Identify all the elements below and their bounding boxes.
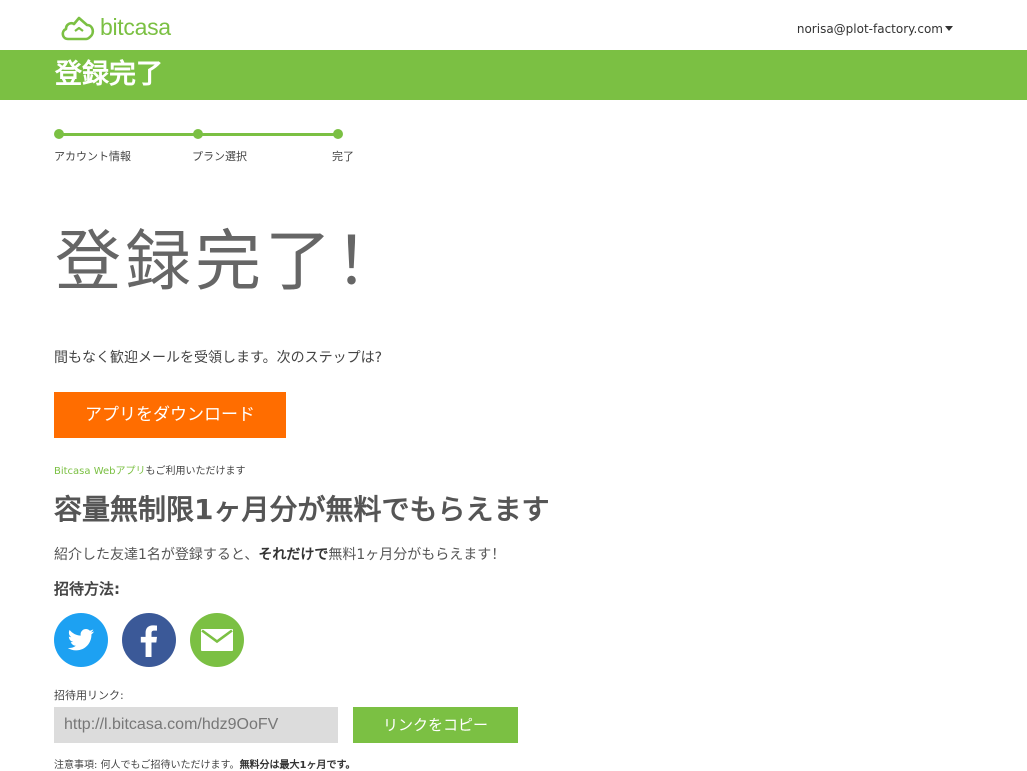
copy-link-button[interactable]: リンクをコピー [353,707,518,743]
download-app-button[interactable]: アプリをダウンロード [54,392,286,438]
progress-steps: アカウント情報 プラン選択 完了 [54,128,354,168]
step-label-plan: プラン選択 [192,150,247,163]
twitter-share-button[interactable] [54,613,108,667]
caret-down-icon [945,25,953,31]
envelope-icon [201,629,233,651]
facebook-f-icon [140,625,157,657]
welcome-message: 間もなく歓迎メールを受領します。次のステップは? [54,350,383,366]
bitcasa-logo[interactable]: bitcasa [60,12,171,42]
user-email: norisa@plot-factory.com [796,22,943,36]
banner-title: 登録完了 [55,59,163,90]
webapp-link[interactable]: Bitcasa Webアプリ [54,466,146,477]
email-share-button[interactable] [190,613,244,667]
page-banner: 登録完了 [0,50,1027,100]
promo-desc-prefix: 紹介した友達1名が登録すると、 [54,547,259,563]
step-label-complete: 完了 [332,150,354,163]
logo-text: bitcasa [100,13,171,40]
promo-desc-suffix: 無料1ヶ月分がもらえます！ [328,547,506,563]
invite-heading: 招待方法: [54,580,120,598]
invite-note-bold: 無料分は最大1ヶ月です。 [239,760,356,771]
webapp-note: Bitcasa Webアプリもご利用いただけます [54,462,246,477]
step-dot-plan [193,129,203,139]
promo-title: 容量無制限1ヶ月分が無料でもらえます [54,493,550,526]
step-dot-account [54,129,64,139]
step-label-account: アカウント情報 [54,150,131,163]
promo-description: 紹介した友達1名が登録すると、それだけで無料1ヶ月分がもらえます！ [54,544,505,564]
invite-link-input[interactable] [54,707,338,743]
cloud-house-icon [61,16,95,41]
top-header: bitcasa norisa@plot-factory.com [0,0,1027,50]
webapp-note-suffix: もご利用いただけます [145,466,246,477]
invite-link-label: 招待用リンク: [54,689,124,702]
step-dot-complete [333,129,343,139]
twitter-bird-icon [67,629,95,651]
user-menu[interactable]: norisa@plot-factory.com [797,22,953,36]
invite-note: 注意事項: 何人でもご招待いただけます。無料分は最大1ヶ月です。 [54,756,356,771]
promo-desc-bold: それだけで [258,547,329,563]
facebook-share-button[interactable] [122,613,176,667]
completion-heading: 登録完了！ [55,223,405,300]
invite-note-prefix: 注意事項: 何人でもご招待いただけます。 [54,760,240,771]
